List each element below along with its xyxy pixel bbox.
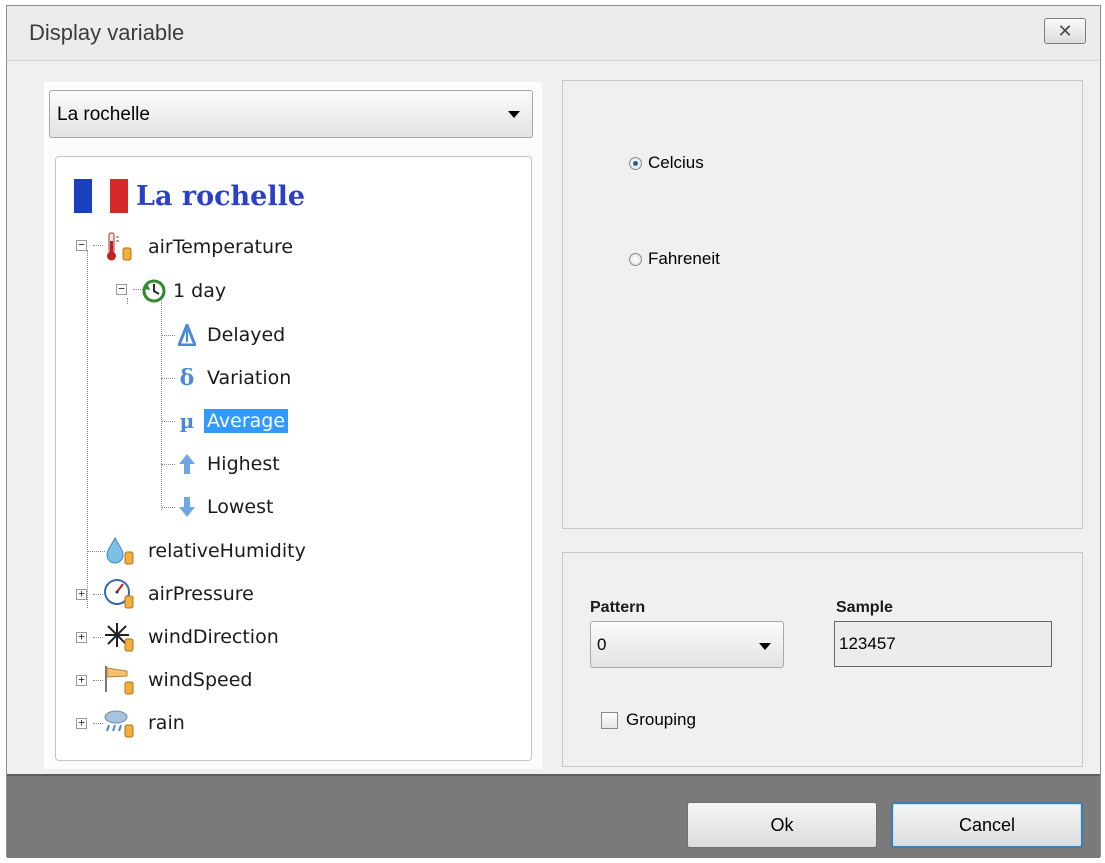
tree-item-highest[interactable]: Highest: [178, 447, 283, 481]
tree-connector: [161, 378, 175, 379]
tree-item-label: Variation: [207, 367, 292, 389]
tree-item-label: relativeHumidity: [148, 540, 306, 562]
close-button[interactable]: ✕: [1044, 18, 1086, 44]
tree-connector: [161, 335, 175, 336]
tree-connector: [161, 298, 162, 510]
clock-refresh-icon: [142, 279, 166, 303]
station-panel: La rochelle La rochelle − airTemperature…: [44, 82, 542, 769]
rain-cloud-icon: [104, 710, 134, 738]
sample-field: 123457: [834, 621, 1052, 667]
variation-icon: δ: [179, 365, 195, 391]
window-title: Display variable: [29, 20, 185, 45]
barometer-icon: [104, 579, 134, 609]
tree-connector: [161, 507, 175, 508]
sample-value: 123457: [839, 634, 896, 653]
tree-item-windSpeed[interactable]: windSpeed: [103, 663, 255, 697]
expander-plus[interactable]: +: [76, 588, 87, 600]
station-dropdown-value: La rochelle: [57, 104, 150, 125]
checkbox-box[interactable]: [601, 711, 618, 729]
radio-celcius[interactable]: Celcius: [629, 153, 704, 173]
arrow-up-icon: [179, 454, 195, 474]
number-format-panel: Pattern Sample 0 123457 Grouping: [562, 552, 1083, 767]
station-name: La rochelle: [136, 180, 306, 212]
expander-plus[interactable]: +: [76, 717, 87, 729]
average-icon: µ: [179, 409, 195, 433]
tree-item-label: windDirection: [148, 626, 279, 648]
tree-item-windDirection[interactable]: windDirection: [103, 620, 282, 654]
radio-label: Fahreneit: [648, 249, 720, 268]
sample-label: Sample: [836, 599, 893, 616]
radio-label: Celcius: [648, 153, 704, 172]
tree-connector: [87, 250, 88, 608]
tree-connector: [93, 723, 103, 724]
tree-item-label: windSpeed: [148, 669, 253, 691]
unit-options-panel: Celcius Fahreneit: [562, 80, 1083, 529]
variable-tree: La rochelle − airTemperature − 1 day Del…: [55, 156, 532, 761]
station-dropdown[interactable]: La rochelle: [49, 90, 533, 138]
close-icon: ✕: [1057, 21, 1073, 41]
tree-connector: [93, 245, 103, 246]
tree-item-rain[interactable]: rain: [103, 706, 188, 740]
expander-plus[interactable]: +: [76, 631, 87, 643]
tree-connector: [161, 421, 175, 422]
tree-connector: [93, 594, 103, 595]
display-variable-dialog: Display variable ✕ La rochelle La rochel…: [6, 5, 1101, 858]
expander-minus[interactable]: −: [76, 239, 87, 251]
tree-item-label: airTemperature: [148, 236, 294, 258]
grouping-label: Grouping: [626, 710, 696, 729]
cancel-button[interactable]: Cancel: [891, 802, 1083, 848]
tree-item-airTemperature[interactable]: airTemperature: [103, 230, 296, 264]
radio-button-checked[interactable]: [629, 156, 642, 170]
expander-minus[interactable]: −: [116, 283, 127, 295]
expander-plus[interactable]: +: [76, 674, 87, 686]
radio-button-unchecked[interactable]: [629, 252, 642, 266]
france-flag-icon: [74, 179, 128, 213]
humidity-drop-icon: [106, 536, 134, 565]
title-bar: Display variable ✕: [7, 6, 1100, 61]
pattern-label: Pattern: [590, 599, 646, 616]
tree-item-average[interactable]: µ Average: [178, 404, 289, 438]
tree-item-label: Delayed: [207, 324, 286, 346]
dropdown-arrow-icon: [508, 111, 520, 118]
tree-item-label-selected: Average: [204, 409, 289, 433]
tree-item-relativeHumidity[interactable]: relativeHumidity: [105, 534, 309, 568]
radio-fahreneit[interactable]: Fahreneit: [629, 249, 720, 269]
tree-item-label: rain: [148, 712, 185, 734]
tree-connector: [93, 637, 103, 638]
tree-item-label: 1 day: [173, 280, 227, 302]
thermometer-icon: [107, 232, 132, 261]
arrow-down-icon: [179, 497, 195, 517]
tree-connector: [161, 464, 175, 465]
tree-item-label: airPressure: [148, 583, 254, 605]
tree-connector: [127, 298, 128, 304]
delayed-icon: [178, 324, 196, 346]
tree-item-period[interactable]: 1 day: [142, 274, 229, 308]
tree-item-lowest[interactable]: Lowest: [178, 490, 276, 524]
tree-item-delayed[interactable]: Delayed: [178, 318, 288, 352]
tree-item-variation[interactable]: δ Variation: [178, 361, 294, 395]
pattern-select-value: 0: [597, 635, 607, 654]
tree-connector: [87, 551, 105, 552]
dialog-button-bar: Ok Cancel: [7, 774, 1100, 858]
tree-root-station[interactable]: La rochelle: [74, 177, 305, 215]
tree-connector: [93, 680, 103, 681]
pattern-select[interactable]: 0: [590, 621, 784, 668]
tree-item-label: Lowest: [207, 496, 274, 518]
ok-button[interactable]: Ok: [687, 802, 877, 848]
tree-item-airPressure[interactable]: airPressure: [103, 577, 257, 611]
wind-rose-icon: [105, 623, 134, 652]
tree-item-label: Highest: [207, 453, 280, 475]
dropdown-arrow-icon: [759, 643, 771, 650]
grouping-checkbox[interactable]: Grouping: [601, 710, 696, 730]
windsock-icon: [105, 666, 134, 695]
